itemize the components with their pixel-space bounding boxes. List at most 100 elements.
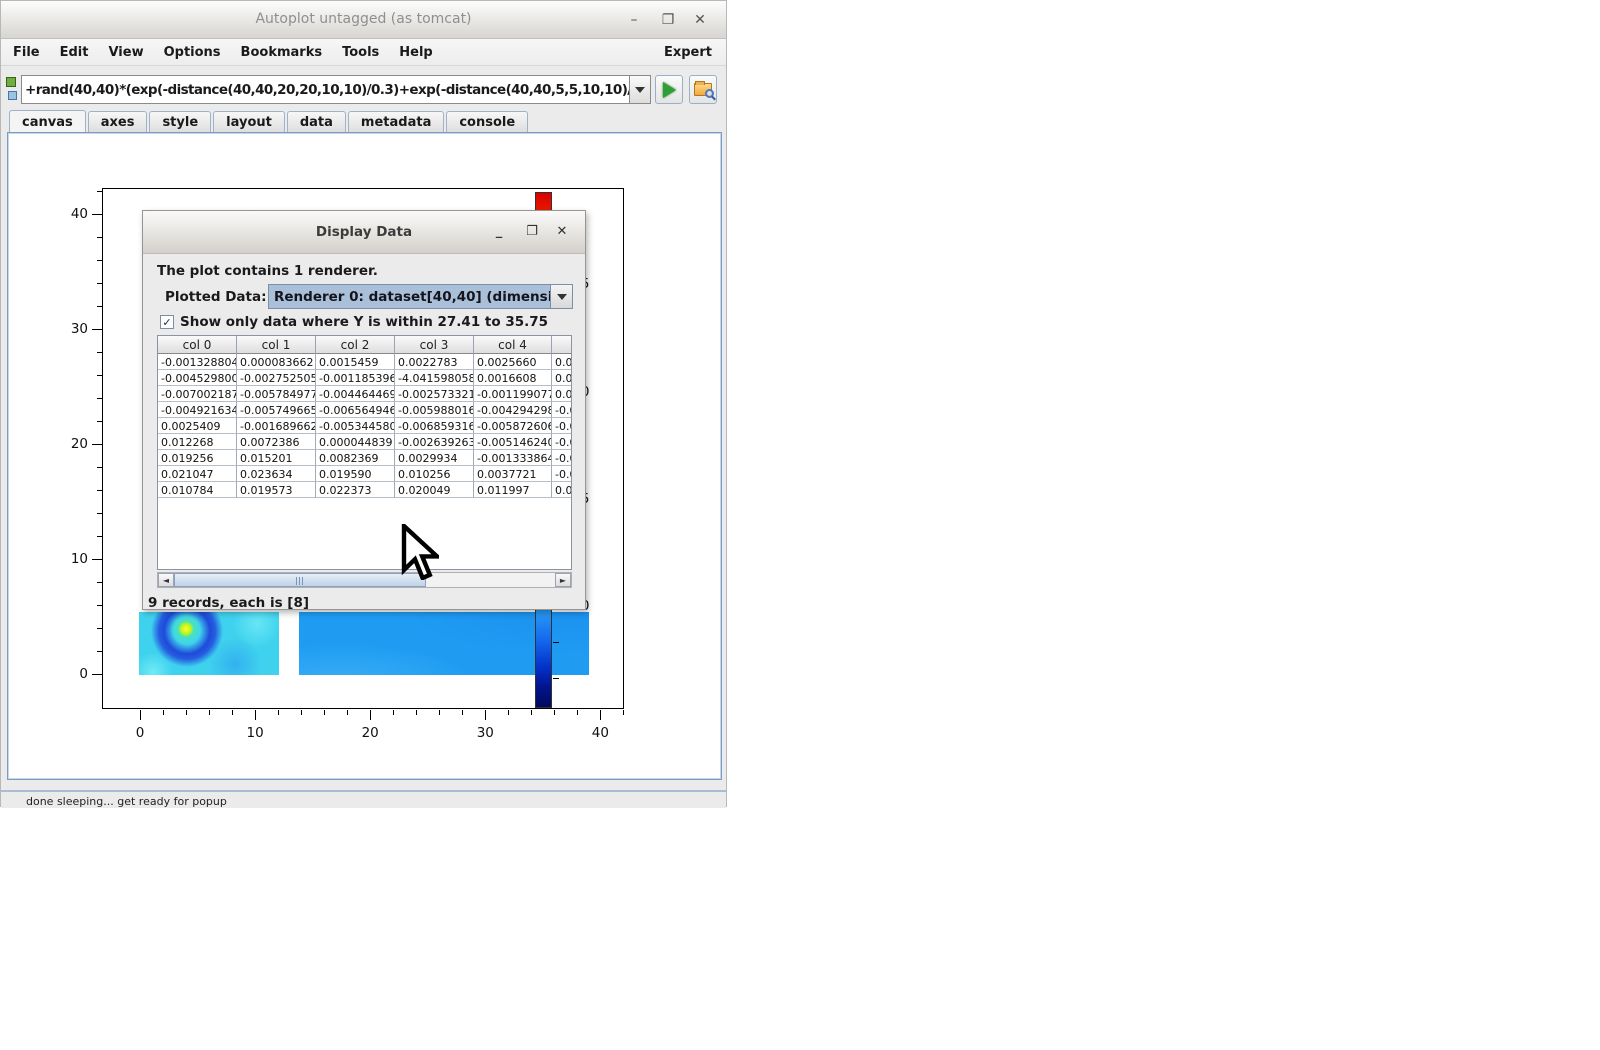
menu-edit[interactable]: Edit: [50, 45, 99, 60]
table-cell[interactable]: -0.001333864...: [474, 450, 552, 466]
table-cell[interactable]: 0.0016608: [474, 370, 552, 386]
dialog-maximize-icon[interactable]: ❐: [521, 221, 543, 243]
table-cell[interactable]: 0.019256: [158, 450, 237, 466]
table-cell[interactable]: -0.004529800...: [158, 370, 237, 386]
table-cell[interactable]: -0.0: [552, 466, 572, 482]
expert-menu[interactable]: Expert: [664, 45, 726, 60]
table-cell[interactable]: -0.001328804...: [158, 354, 237, 370]
table-cell[interactable]: -0.006859316...: [395, 418, 474, 434]
table-row[interactable]: 0.0025409-0.001689662...-0.005344580...-…: [158, 418, 571, 434]
table-cell[interactable]: -0.002639263...: [395, 434, 474, 450]
table-cell[interactable]: 0.023634: [237, 466, 316, 482]
table-cell[interactable]: 0.000044839: [316, 434, 395, 450]
table-row[interactable]: 0.0192560.0152010.00823690.0029934-0.001…: [158, 450, 571, 466]
table-header-cell[interactable]: col 0: [158, 336, 237, 354]
table-cell[interactable]: -0.005749665...: [237, 402, 316, 418]
tab-canvas[interactable]: canvas: [9, 110, 86, 133]
table-cell[interactable]: 0.0037721: [474, 466, 552, 482]
maximize-icon[interactable]: ❐: [656, 9, 680, 31]
table-row[interactable]: -0.004529800...-0.002752505...-0.0011853…: [158, 370, 571, 386]
table-cell[interactable]: -0.001199077...: [474, 386, 552, 402]
data-table[interactable]: col 0col 1col 2col 3col 4 -0.001328804...…: [157, 335, 572, 570]
table-row[interactable]: -0.007002187...-0.005784977...-0.0044644…: [158, 386, 571, 402]
table-cell[interactable]: -4.041598058...: [395, 370, 474, 386]
tab-style[interactable]: style: [149, 111, 211, 133]
menu-tools[interactable]: Tools: [332, 45, 389, 60]
table-cell[interactable]: -0.002573321...: [395, 386, 474, 402]
table-cell[interactable]: -0.0: [552, 450, 572, 466]
dialog-minimize-icon[interactable]: _: [488, 221, 510, 243]
table-cell[interactable]: 0.0082369: [316, 450, 395, 466]
table-cell[interactable]: 0.0029934: [395, 450, 474, 466]
table-cell[interactable]: 0.0072386: [237, 434, 316, 450]
tab-axes[interactable]: axes: [88, 111, 148, 133]
table-cell[interactable]: 0.00: [552, 354, 572, 370]
table-cell[interactable]: 0.012268: [158, 434, 237, 450]
table-cell[interactable]: 0.0025409: [158, 418, 237, 434]
table-cell[interactable]: 0.011997: [474, 482, 552, 498]
scrollbar-thumb[interactable]: [174, 573, 426, 587]
table-cell[interactable]: -0.005146240...: [474, 434, 552, 450]
table-cell[interactable]: -0.001689662...: [237, 418, 316, 434]
table-cell[interactable]: 0.019590: [316, 466, 395, 482]
table-cell[interactable]: 0.021047: [158, 466, 237, 482]
menu-view[interactable]: View: [98, 45, 153, 60]
table-cell[interactable]: 0.00: [552, 386, 572, 402]
scroll-right-button[interactable]: ►: [555, 573, 571, 587]
combo-arrow-button[interactable]: [550, 285, 572, 308]
table-cell[interactable]: -0.0: [552, 402, 572, 418]
table-cell[interactable]: 0.0025660: [474, 354, 552, 370]
table-cell[interactable]: -0.006564946...: [316, 402, 395, 418]
table-header-cell[interactable]: col 1: [237, 336, 316, 354]
table-row[interactable]: 0.0122680.00723860.000044839-0.002639263…: [158, 434, 571, 450]
table-header-cell[interactable]: col 4: [474, 336, 552, 354]
table-cell[interactable]: -0.005872606...: [474, 418, 552, 434]
menu-file[interactable]: File: [1, 45, 50, 60]
table-cell[interactable]: 0.00: [552, 370, 572, 386]
table-header-cell[interactable]: [552, 336, 572, 354]
table-cell[interactable]: -0.004921634...: [158, 402, 237, 418]
table-cell[interactable]: -0.007002187...: [158, 386, 237, 402]
inspect-button[interactable]: [689, 75, 717, 104]
menu-bookmarks[interactable]: Bookmarks: [231, 45, 333, 60]
table-cell[interactable]: -0.0: [552, 418, 572, 434]
tab-layout[interactable]: layout: [213, 111, 285, 133]
menu-options[interactable]: Options: [154, 45, 231, 60]
table-header-cell[interactable]: col 2: [316, 336, 395, 354]
scrollbar-track[interactable]: [174, 573, 555, 587]
table-cell[interactable]: 0.020049: [395, 482, 474, 498]
menu-help[interactable]: Help: [389, 45, 442, 60]
window-titlebar[interactable]: Autoplot untagged (as tomcat) – ❐ ✕: [1, 1, 726, 39]
horizontal-scrollbar[interactable]: ◄ ►: [157, 572, 572, 588]
tab-metadata[interactable]: metadata: [348, 111, 444, 133]
table-cell[interactable]: 0.022373: [316, 482, 395, 498]
table-row[interactable]: -0.004921634...-0.005749665...-0.0065649…: [158, 402, 571, 418]
dialog-titlebar[interactable]: Display Data _ ❐ ✕: [143, 211, 585, 254]
dialog-close-icon[interactable]: ✕: [551, 221, 573, 243]
table-cell[interactable]: -0.004294298...: [474, 402, 552, 418]
table-cell[interactable]: 0.0015459: [316, 354, 395, 370]
table-cell[interactable]: -0.005988016...: [395, 402, 474, 418]
table-cell[interactable]: -0.004464469...: [316, 386, 395, 402]
table-row[interactable]: -0.001328804...0.0000836620.00154590.002…: [158, 354, 571, 370]
table-row[interactable]: 0.0107840.0195730.0223730.0200490.011997…: [158, 482, 571, 498]
tab-data[interactable]: data: [287, 111, 346, 133]
table-cell[interactable]: -0.0: [552, 434, 572, 450]
table-cell[interactable]: -0.005784977...: [237, 386, 316, 402]
table-header-cell[interactable]: col 3: [395, 336, 474, 354]
filter-checkbox[interactable]: ✓: [160, 315, 174, 329]
table-cell[interactable]: -0.005344580...: [316, 418, 395, 434]
tab-console[interactable]: console: [446, 111, 528, 133]
go-button[interactable]: [655, 75, 683, 104]
table-cell[interactable]: 0.019573: [237, 482, 316, 498]
uri-input[interactable]: +rand(40,40)*(exp(-distance(40,40,20,20,…: [21, 75, 629, 104]
table-cell[interactable]: 0.00: [552, 482, 572, 498]
table-cell[interactable]: 0.000083662: [237, 354, 316, 370]
table-row[interactable]: 0.0210470.0236340.0195900.0102560.003772…: [158, 466, 571, 482]
uri-dropdown-button[interactable]: [629, 75, 651, 104]
minimize-icon[interactable]: –: [622, 9, 646, 31]
table-cell[interactable]: 0.010784: [158, 482, 237, 498]
table-cell[interactable]: 0.010256: [395, 466, 474, 482]
table-cell[interactable]: 0.015201: [237, 450, 316, 466]
table-cell[interactable]: 0.0022783: [395, 354, 474, 370]
